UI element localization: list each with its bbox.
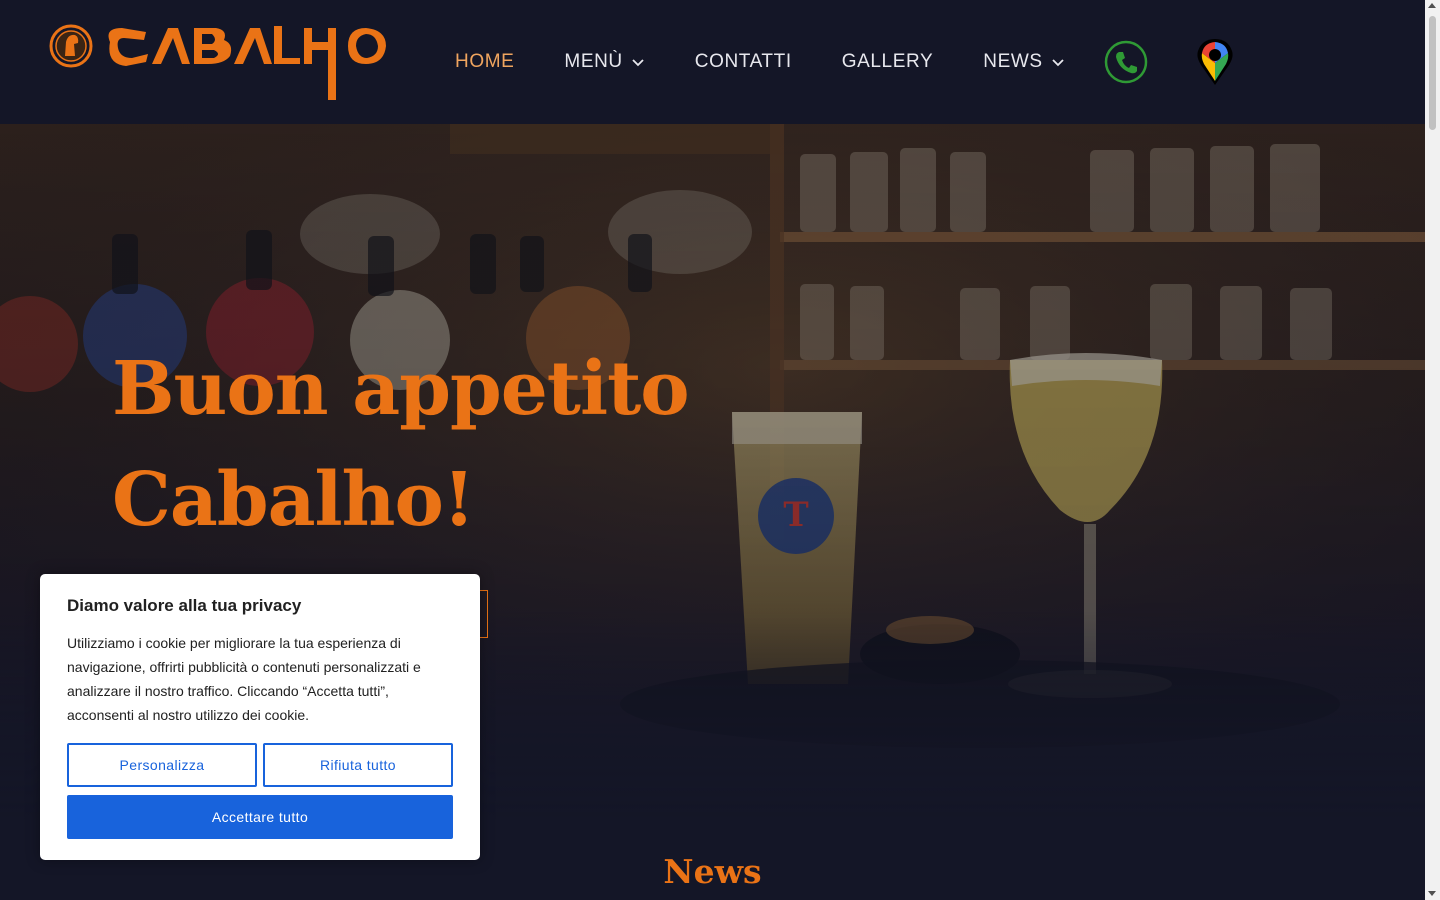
nav-item-label: MENÙ <box>564 51 623 72</box>
scroll-down-arrow-icon[interactable] <box>1428 891 1436 896</box>
cabalho-logo-graphic <box>49 24 386 100</box>
nav-item-label: HOME <box>455 51 515 72</box>
map-pin-icon <box>1197 39 1233 85</box>
site-logo[interactable] <box>48 20 390 104</box>
phone-icon <box>1104 40 1148 84</box>
accept-all-cookies-button[interactable]: Accettare tutto <box>67 795 453 839</box>
cookie-description: Utilizziamo i cookie per migliorare la t… <box>67 635 421 723</box>
nav-item-news[interactable]: NEWS <box>983 51 1064 73</box>
chevron-down-icon <box>632 59 644 67</box>
chevron-down-icon <box>1052 59 1064 67</box>
map-location-button[interactable] <box>1196 37 1234 87</box>
phone-button[interactable] <box>1104 40 1148 84</box>
cookie-secondary-actions: Personalizza Rifiuta tutto <box>67 743 453 787</box>
nav-item-label: NEWS <box>983 51 1043 72</box>
hero-title-line-1: Buon appetito <box>112 346 690 432</box>
nav-item-label: GALLERY <box>841 51 934 72</box>
hero-title-line-2: Cabalho! <box>112 457 475 543</box>
cookie-consent-banner: Diamo valore alla tua privacy Utilizziam… <box>40 574 480 860</box>
customize-cookies-button[interactable]: Personalizza <box>67 743 257 787</box>
reject-all-cookies-button[interactable]: Rifiuta tutto <box>263 743 453 787</box>
page-scrollbar[interactable] <box>1425 0 1440 900</box>
page: HOME MENÙ CONTATTI GALLERY NEWS Buon app… <box>0 0 1425 900</box>
nav-item-gallery[interactable]: GALLERY <box>842 51 934 73</box>
scroll-up-arrow-icon[interactable] <box>1428 3 1436 8</box>
main-nav: HOME MENÙ CONTATTI GALLERY NEWS <box>455 44 1115 80</box>
site-header: HOME MENÙ CONTATTI GALLERY NEWS <box>0 0 1425 124</box>
nav-item-menu[interactable]: MENÙ <box>564 51 644 73</box>
hero-title: Buon appetito Cabalho! <box>112 334 752 556</box>
scrollbar-thumb[interactable] <box>1429 16 1436 130</box>
nav-item-label: CONTATTI <box>694 51 792 72</box>
cookie-title: Diamo valore alla tua privacy <box>67 596 302 615</box>
nav-item-home[interactable]: HOME <box>455 51 514 73</box>
nav-item-contatti[interactable]: CONTATTI <box>695 51 792 73</box>
